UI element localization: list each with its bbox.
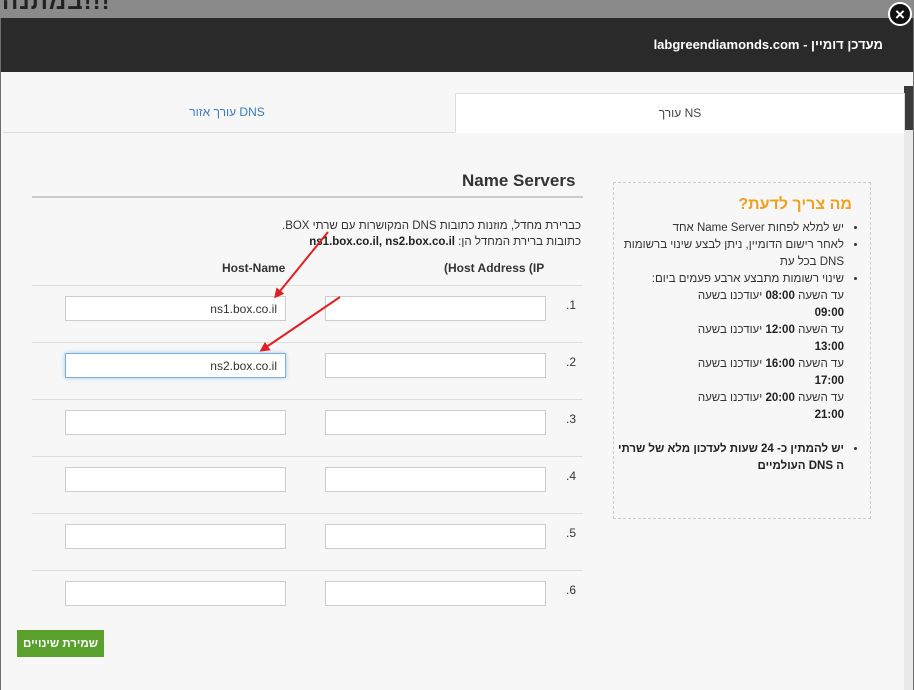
info-item: יש להמתין כ- 24 שעות לעדכון מלא של שרתי … (608, 441, 844, 475)
row-number: .2 (566, 355, 577, 369)
hostname-input[interactable] (65, 581, 286, 606)
ip-address-input[interactable] (325, 581, 546, 606)
schedule-line: עד השעה 12:00 יעודכנו בשעה (697, 324, 844, 336)
ns-row: .3 (32, 399, 583, 457)
info-item: לאחר רישום הדומיין, ניתן לבצע שינוי ברשו… (608, 237, 844, 271)
ip-address-input[interactable] (325, 410, 546, 435)
row-number: .1 (566, 298, 577, 312)
description-line-2: כתובות ברירת המחדל הן: ns1.box.co.il, ns… (309, 236, 581, 248)
info-box: מה צריך לדעת? יש למלא לפחות Name Server … (613, 182, 871, 519)
schedule-line: עד השעה 16:00 יעודכנו בשעה (697, 358, 844, 370)
ns-row: .6 (32, 570, 583, 628)
row-number: .4 (566, 469, 577, 483)
background-page: במתנה!!! (0, 0, 914, 18)
schedule-time: 17:00 (814, 375, 844, 387)
ns-row: .5 (32, 513, 583, 571)
save-changes-button[interactable]: שמירת שינויים (17, 630, 104, 657)
background-title-fragment: במתנה!!! (2, 0, 111, 15)
ns-row: .1 (32, 285, 583, 343)
schedule-time: 09:00 (814, 307, 844, 319)
hostname-input[interactable] (65, 524, 286, 549)
schedule-line: עד השעה 20:00 יעודכנו בשעה (697, 392, 844, 404)
row-number: .3 (566, 412, 577, 426)
ns-row: .2 (32, 342, 583, 400)
ip-address-input[interactable] (325, 296, 546, 321)
column-header-hostname: Host-Name (222, 261, 286, 275)
hostname-input[interactable] (65, 296, 286, 321)
info-item: יש למלא לפחות Name Server אחד (608, 220, 844, 237)
spacer (608, 424, 844, 441)
tab-bar: עורך NS עורך אזור DNS (3, 93, 905, 133)
section-title: Name Servers (462, 171, 576, 190)
modal-header: מעדכן דומיין - labgreendiamonds.com (1, 18, 913, 72)
tab-dns-zone-editor[interactable]: עורך אזור DNS (3, 93, 451, 131)
schedule-line: עד השעה 08:00 יעודכנו בשעה (697, 290, 844, 302)
modal-title: מעדכן דומיין - labgreendiamonds.com (653, 37, 883, 52)
tab-ns-editor[interactable]: עורך NS (455, 93, 905, 133)
info-item-text: שינוי רשומות מתבצע ארבע פעמים ביום: (651, 273, 844, 285)
ip-address-input[interactable] (325, 353, 546, 378)
column-header-ip: (Host Address (IP (444, 261, 545, 275)
info-item: שינוי רשומות מתבצע ארבע פעמים ביום: עד ה… (608, 271, 844, 424)
scrollbar-track[interactable] (904, 86, 913, 690)
info-list: יש למלא לפחות Name Server אחד לאחר רישום… (608, 220, 860, 475)
schedule-time: 21:00 (814, 409, 844, 421)
schedule-time: 13:00 (814, 341, 844, 353)
close-icon[interactable]: × (888, 2, 912, 26)
description-prefix: כתובות ברירת המחדל הן: (458, 236, 581, 248)
hostname-input[interactable] (65, 410, 286, 435)
domain-update-modal: מעדכן דומיין - labgreendiamonds.com עורך… (1, 18, 913, 690)
hostname-input[interactable] (65, 353, 286, 378)
ip-address-input[interactable] (325, 524, 546, 549)
row-number: .6 (566, 583, 577, 597)
divider (32, 196, 583, 198)
ns-row: .4 (32, 456, 583, 514)
hostname-input[interactable] (65, 467, 286, 492)
default-servers: ns1.box.co.il, ns2.box.co.il (309, 236, 455, 248)
row-number: .5 (566, 526, 577, 540)
description-line-1: כברירת מחדל, מוזנות כתובות DNS המקושרות … (281, 220, 581, 232)
info-title: מה צריך לדעת? (738, 196, 852, 213)
ip-address-input[interactable] (325, 467, 546, 492)
